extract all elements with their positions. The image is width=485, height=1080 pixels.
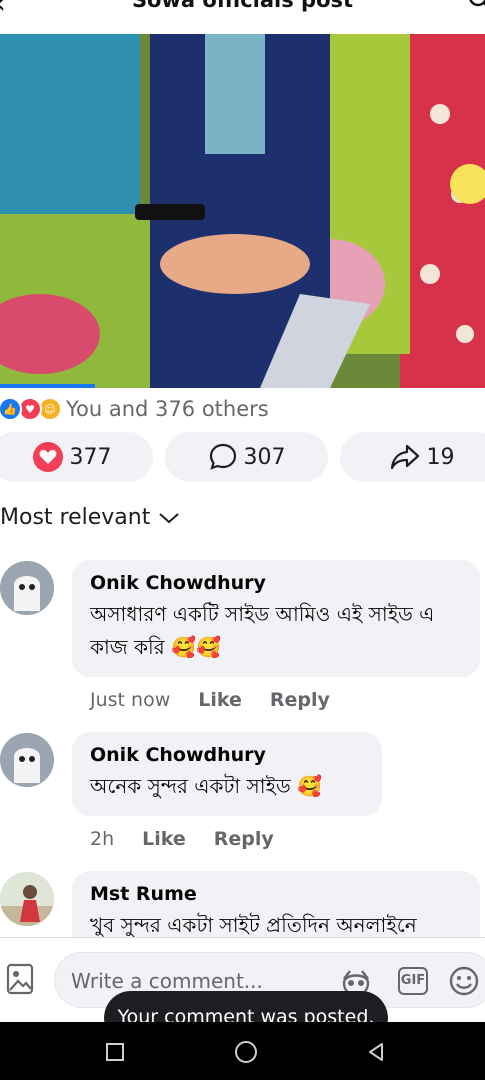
shares-count: 19	[426, 444, 455, 470]
sort-label: Most relevant	[0, 505, 151, 530]
avatar[interactable]	[0, 733, 54, 787]
recents-icon[interactable]	[105, 1042, 125, 1062]
page-title: Sowa officials post	[131, 0, 354, 12]
comment-placeholder: Write a comment...	[71, 969, 263, 993]
reactions-text: You and 376 others	[66, 397, 269, 421]
comment-author[interactable]: Mst Rume	[90, 883, 462, 905]
comment-bubble[interactable]: Onik Chowdhury অসাধারণ একটি সাইড আমিও এই…	[72, 560, 480, 677]
comments-count: 307	[243, 444, 286, 470]
comment-time: Just now	[90, 689, 171, 711]
comment-button[interactable]: 307	[165, 432, 328, 482]
avatar[interactable]	[0, 872, 54, 926]
sort-dropdown[interactable]: Most relevant	[0, 505, 180, 530]
likes-count: 377	[69, 444, 112, 470]
emoji-icon[interactable]	[448, 965, 480, 997]
like-icon: 👍	[0, 397, 22, 421]
comment-actions: Just now Like Reply	[90, 689, 330, 711]
comment-author[interactable]: Onik Chowdhury	[90, 744, 364, 766]
comment-text: অনেক সুন্দর একটা সাইড 🥰	[90, 774, 322, 798]
share-icon	[390, 444, 419, 470]
react-button[interactable]: 377	[0, 432, 153, 482]
chevron-down-icon	[159, 512, 180, 523]
heart-icon	[32, 442, 63, 472]
photo-icon[interactable]	[6, 963, 34, 995]
share-button[interactable]: 19	[340, 432, 485, 482]
like-link[interactable]: Like	[198, 689, 242, 711]
post-header: ‹ Sowa officials post	[0, 0, 485, 34]
home-icon[interactable]	[234, 1040, 258, 1064]
reply-link[interactable]: Reply	[214, 828, 274, 850]
gif-icon[interactable]: GIF	[398, 967, 428, 995]
search-icon[interactable]	[467, 0, 485, 12]
video-progress	[0, 384, 95, 388]
avatar[interactable]	[0, 561, 54, 615]
comment-time: 2h	[90, 828, 115, 850]
like-link[interactable]: Like	[142, 828, 186, 850]
comment-icon	[209, 443, 236, 470]
system-nav-bar	[0, 1022, 485, 1080]
comment-text: অসাধারণ একটি সাইড আমিও এই সাইড এ কাজ করি…	[90, 602, 435, 659]
comment-actions: 2h Like Reply	[90, 828, 274, 850]
reply-link[interactable]: Reply	[270, 689, 330, 711]
comment-bubble[interactable]: Onik Chowdhury অনেক সুন্দর একটা সাইড 🥰	[72, 732, 382, 816]
back-icon[interactable]	[366, 1042, 386, 1062]
post-photo[interactable]	[0, 34, 485, 388]
reactions-summary[interactable]: 👍 ♥ ☺ You and 376 others	[0, 395, 269, 423]
comment-author[interactable]: Onik Chowdhury	[90, 572, 462, 594]
